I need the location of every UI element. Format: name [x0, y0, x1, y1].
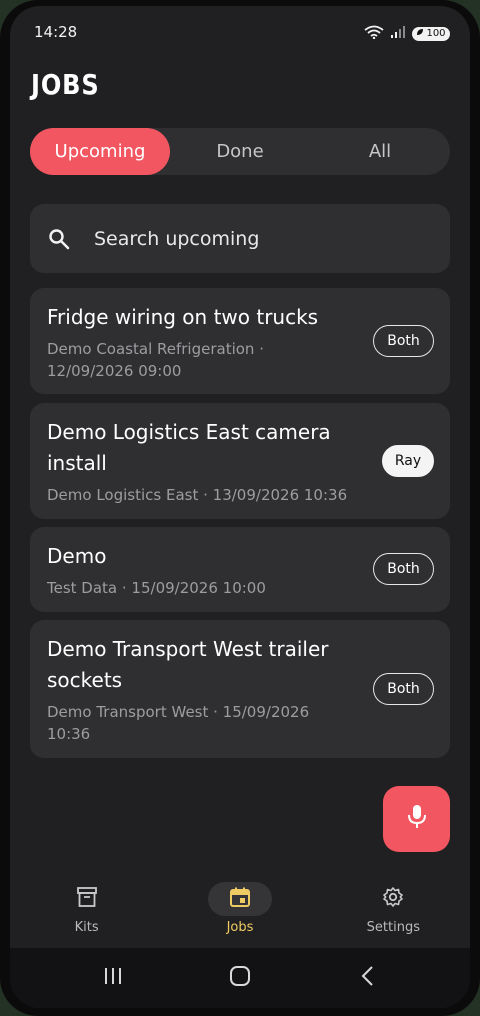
job-card[interactable]: Demo Transport West trailer sockets Demo…: [30, 620, 450, 758]
job-title-line: sockets: [47, 668, 123, 692]
job-card[interactable]: Fridge wiring on two trucks Demo Coastal…: [30, 288, 450, 394]
recent-apps-icon: [103, 967, 123, 989]
bottom-navigation: Kits Jobs Settings: [10, 874, 470, 948]
home-button[interactable]: [220, 958, 260, 998]
status-icons: 100: [364, 24, 450, 43]
job-subtitle-line: 12/09/2026 09:00: [47, 362, 182, 380]
nav-label: Jobs: [226, 920, 254, 935]
job-subtitle: Demo Coastal Refrigeration · 12/09/2026 …: [47, 338, 347, 382]
nav-jobs[interactable]: Jobs: [163, 874, 316, 948]
status-time: 14:28: [34, 23, 78, 41]
job-subtitle-line: Demo Transport West · 15/09/2026: [47, 703, 310, 721]
tab-done[interactable]: Done: [170, 128, 310, 175]
job-title: Demo: [47, 541, 347, 572]
microphone-icon: [406, 804, 428, 834]
archive-icon: [76, 886, 98, 912]
battery-indicator: 100: [412, 26, 450, 41]
job-subtitle-line: Test Data · 15/09/2026 10:00: [47, 579, 266, 597]
search-field[interactable]: Search upcoming: [30, 204, 450, 273]
status-bar: 14:28 100: [10, 6, 470, 58]
back-button[interactable]: [347, 958, 387, 998]
calendar-icon: [229, 886, 251, 912]
voice-input-button[interactable]: [383, 786, 450, 852]
job-title: Demo Logistics East camera install: [47, 417, 347, 479]
job-filter-tabs: Upcoming Done All: [30, 128, 450, 175]
assignee-badge: Ray: [382, 445, 434, 477]
nav-kits[interactable]: Kits: [10, 874, 163, 948]
tab-upcoming[interactable]: Upcoming: [30, 128, 170, 175]
search-input[interactable]: Search upcoming: [94, 228, 259, 250]
job-subtitle: Demo Logistics East · 13/09/2026 10:36: [47, 484, 377, 506]
job-subtitle: Test Data · 15/09/2026 10:00: [47, 577, 347, 599]
job-card[interactable]: Demo Test Data · 15/09/2026 10:00 Both: [30, 527, 450, 612]
job-subtitle-line: 10:36: [47, 725, 91, 743]
job-card[interactable]: Demo Logistics East camera install Demo …: [30, 403, 450, 519]
assignee-badge: Both: [373, 673, 434, 705]
assignee-badge: Both: [373, 325, 434, 357]
leaf-icon: [416, 27, 424, 41]
job-subtitle: Demo Transport West · 15/09/2026 10:36: [47, 701, 347, 745]
search-icon: [47, 227, 71, 251]
nav-settings[interactable]: Settings: [317, 874, 470, 948]
gear-icon: [382, 886, 404, 912]
assignee-badge: Both: [373, 553, 434, 585]
app-screen: 14:28 100 JOBS Upcoming Done All Search …: [10, 6, 470, 1008]
nav-icon-container: [361, 882, 425, 916]
nav-label: Kits: [74, 920, 99, 935]
job-title-line: Demo Logistics East camera: [47, 420, 331, 444]
signal-icon: [390, 24, 406, 43]
page-title: JOBS: [31, 68, 100, 101]
job-title: Fridge wiring on two trucks: [47, 302, 347, 333]
system-navigation-bar: [10, 948, 470, 1008]
job-title-line: Fridge wiring on two trucks: [47, 305, 319, 329]
home-icon: [229, 965, 251, 991]
job-subtitle-line: Demo Coastal Refrigeration ·: [47, 340, 264, 358]
job-subtitle-line: Demo Logistics East · 13/09/2026 10:36: [47, 486, 348, 504]
job-title-line: Demo Transport West trailer: [47, 637, 329, 661]
job-title-line: Demo: [47, 544, 107, 568]
nav-label: Settings: [366, 920, 420, 935]
nav-icon-container: [55, 882, 119, 916]
job-title: Demo Transport West trailer sockets: [47, 634, 347, 696]
wifi-icon: [364, 24, 384, 43]
job-title-line: install: [47, 451, 107, 475]
battery-level: 100: [426, 27, 446, 39]
phone-frame: 14:28 100 JOBS Upcoming Done All Search …: [0, 0, 480, 1016]
back-icon: [360, 965, 374, 991]
recent-apps-button[interactable]: [93, 958, 133, 998]
tab-all[interactable]: All: [310, 128, 450, 175]
nav-icon-container: [207, 882, 272, 916]
